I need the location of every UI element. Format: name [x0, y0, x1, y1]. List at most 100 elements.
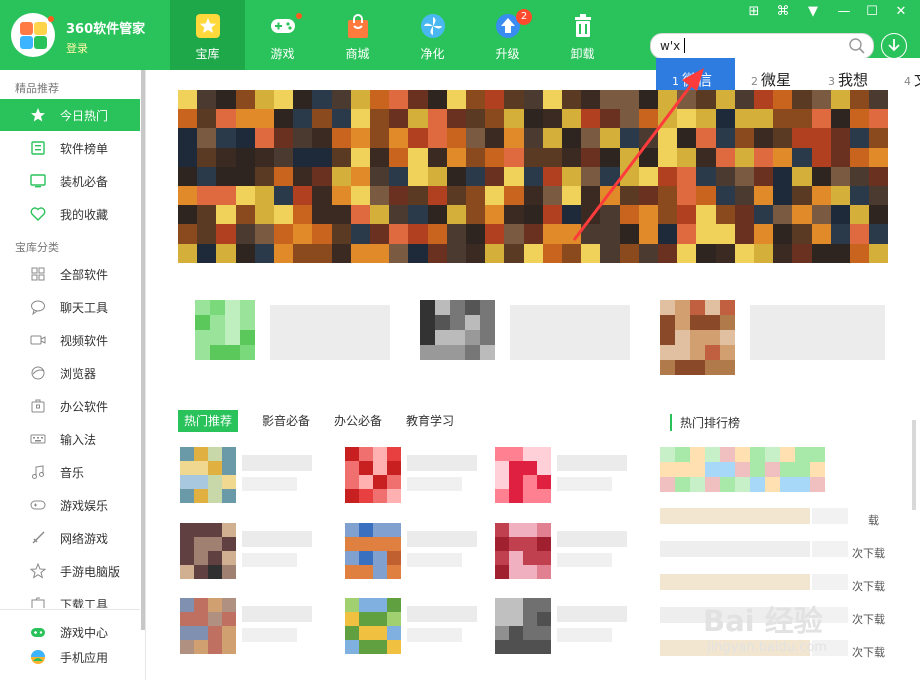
sidebar-item-favorites[interactable]: 我的收藏 — [0, 198, 140, 230]
pixel-block — [677, 166, 697, 186]
pixel-block — [715, 147, 735, 167]
pixel-block — [387, 598, 401, 612]
pixel-block — [222, 475, 236, 489]
promo-banner[interactable] — [178, 90, 889, 270]
pixel-block — [485, 166, 505, 186]
pixel-block — [178, 243, 198, 263]
pixel-block — [466, 205, 486, 225]
pixel-block — [581, 109, 601, 129]
star-outline-icon — [30, 563, 46, 579]
pixel-block — [435, 315, 450, 330]
pixel-block — [240, 315, 255, 330]
pixel-block — [754, 243, 774, 263]
sidebar-item-mobile-games-pc[interactable]: 手游电脑版 — [0, 555, 140, 587]
sidebar-item-music[interactable]: 音乐 — [0, 456, 140, 488]
sidebar-item-entertainment[interactable]: 游戏娱乐 — [0, 489, 140, 521]
search-input[interactable] — [660, 37, 840, 54]
nav-tab-games[interactable]: 游戏 — [245, 0, 320, 70]
nav-tab-store[interactable]: 商城 — [320, 0, 395, 70]
pixel-block — [581, 205, 601, 225]
pixel-block — [387, 489, 401, 503]
browser-icon — [31, 366, 45, 380]
pixel-block — [675, 360, 690, 375]
pixel-block — [350, 205, 370, 225]
sidebar: 精品推荐 今日热门 软件榜单 装机必备 我的收藏 宝库分类 全部软件 聊天工具 … — [0, 70, 146, 680]
app-logo — [11, 13, 55, 57]
minimize-icon[interactable]: — — [834, 3, 854, 21]
pixel-block — [345, 551, 359, 565]
sidebar-scrollbar[interactable] — [141, 70, 145, 630]
sidebar-item-input-method[interactable]: 输入法 — [0, 423, 140, 455]
sidebar-item-office[interactable]: 办公软件 — [0, 390, 140, 422]
blurred-text — [557, 455, 627, 471]
blurred-text — [660, 574, 810, 590]
content-scrollbar[interactable] — [912, 420, 916, 510]
pixel-block — [178, 90, 198, 110]
pixel-block — [387, 626, 401, 640]
sidebar-item-ranking[interactable]: 软件榜单 — [0, 132, 140, 164]
pixel-block — [523, 475, 537, 489]
pixel-block — [658, 128, 678, 148]
nav-tab-clean[interactable]: 净化 — [395, 0, 470, 70]
pixel-block — [869, 90, 889, 110]
nav-tab-uninstall[interactable]: 卸载 — [545, 0, 620, 70]
search-icon[interactable] — [848, 37, 866, 55]
pixel-block — [562, 128, 582, 148]
tab-office-essentials[interactable]: 办公必备 — [328, 410, 388, 432]
nav-tab-treasury[interactable]: 宝库 — [170, 0, 245, 70]
pixel-block — [869, 186, 889, 206]
login-link[interactable]: 登录 — [66, 40, 88, 56]
menu-dropdown-icon[interactable]: ▼ — [803, 3, 823, 21]
sidebar-item-essentials[interactable]: 装机必备 — [0, 165, 140, 197]
pixel-block — [509, 489, 523, 503]
pixel-block — [450, 300, 465, 315]
ime-candidate-4[interactable]: 4文 — [904, 58, 920, 102]
pixel-block — [792, 205, 812, 225]
nav-tab-label: 商城 — [345, 47, 370, 61]
pixel-block — [178, 128, 198, 148]
pixel-block — [197, 128, 217, 148]
pixel-block — [235, 205, 255, 225]
pixel-block — [660, 315, 675, 330]
pixel-block — [810, 447, 825, 462]
pixel-block — [180, 551, 194, 565]
grid-icon[interactable]: ⊞ — [744, 3, 764, 21]
pixel-block — [562, 147, 582, 167]
pixel-block — [619, 90, 639, 110]
pixel-block — [562, 243, 582, 263]
pixel-block — [509, 461, 523, 475]
pixel-block — [754, 90, 774, 110]
download-manager-button[interactable] — [881, 33, 907, 59]
pixel-block — [773, 224, 793, 244]
sidebar-item-online-games[interactable]: 网络游戏 — [0, 522, 140, 554]
pixel-block — [387, 565, 401, 579]
pixel-block — [850, 166, 870, 186]
pixel-block — [658, 243, 678, 263]
sidebar-item-mobile-apps[interactable]: 手机应用 — [0, 641, 140, 673]
pixel-block — [705, 330, 720, 345]
pixel-block — [754, 224, 774, 244]
sidebar-item-all-software[interactable]: 全部软件 — [0, 258, 140, 290]
skin-icon[interactable]: ⌘ — [773, 3, 793, 21]
pixel-block — [658, 147, 678, 167]
tab-media-essentials[interactable]: 影音必备 — [256, 410, 316, 432]
pixel-block — [427, 147, 447, 167]
pixel-block — [773, 166, 793, 186]
pixel-block — [619, 224, 639, 244]
pixel-block — [387, 523, 401, 537]
pixel-block — [350, 109, 370, 129]
sidebar-item-today-hot[interactable]: 今日热门 — [0, 99, 140, 131]
pixel-block — [750, 447, 765, 462]
pixel-block — [696, 166, 716, 186]
pixel-block — [690, 360, 705, 375]
close-icon[interactable]: ✕ — [891, 3, 911, 21]
maximize-icon[interactable]: ☐ — [862, 3, 882, 21]
sidebar-item-chat[interactable]: 聊天工具 — [0, 291, 140, 323]
search-box[interactable] — [650, 33, 874, 59]
tab-hot-recommend[interactable]: 热门推荐 — [178, 410, 239, 432]
sidebar-item-browser[interactable]: 浏览器 — [0, 357, 140, 389]
tab-education[interactable]: 教育学习 — [400, 410, 460, 432]
sidebar-item-video[interactable]: 视频软件 — [0, 324, 140, 356]
sidebar-item-download-tools[interactable]: 下载工具 — [0, 588, 140, 608]
nav-tab-upgrade[interactable]: 2 升级 — [470, 0, 545, 70]
